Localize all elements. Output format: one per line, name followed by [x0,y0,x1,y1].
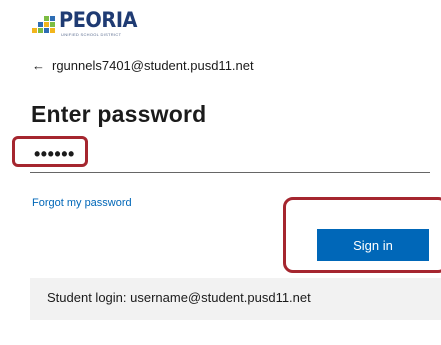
sign-in-page: PEORIA UNIFIED SCHOOL DISTRICT ← rgunnel… [0,0,441,345]
account-email: rgunnels7401@student.pusd11.net [52,58,254,73]
logo-grid-icon [32,16,58,38]
back-arrow-icon[interactable]: ← [32,58,45,73]
page-title: Enter password [31,101,207,127]
district-logo: PEORIA UNIFIED SCHOOL DISTRICT [32,7,152,39]
sign-in-button[interactable]: Sign in [317,229,429,261]
forgot-password-link[interactable]: Forgot my password [32,197,132,209]
password-highlight-outline [12,136,88,167]
password-input[interactable]: •••••• [30,142,430,173]
login-hint-text: Student login: username@student.pusd11.n… [47,290,311,305]
login-hint-box: Student login: username@student.pusd11.n… [30,278,441,320]
logo-wordmark: PEORIA [59,8,138,32]
logo-tagline: UNIFIED SCHOOL DISTRICT [61,32,122,37]
account-identity: ← rgunnels7401@student.pusd11.net [32,58,254,73]
